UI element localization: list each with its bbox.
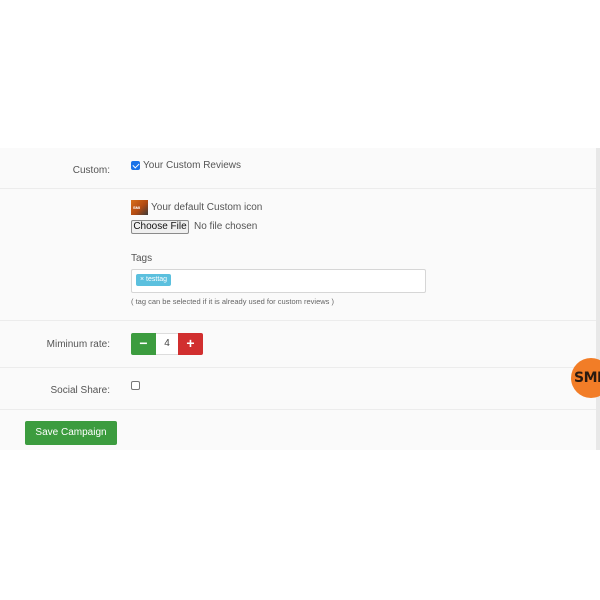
tags-input[interactable]: × testtag bbox=[131, 269, 426, 293]
custom-icon-preview-mark: SMI bbox=[133, 205, 141, 210]
save-campaign-button[interactable]: Save Campaign bbox=[25, 421, 117, 445]
tags-label: Tags bbox=[131, 253, 153, 264]
custom-reviews-checkbox-label: Your Custom Reviews bbox=[143, 160, 242, 171]
custom-icon-label: Your default Custom icon bbox=[151, 202, 263, 213]
social-share-label: Social Share: bbox=[50, 385, 110, 396]
custom-reviews-checkbox[interactable] bbox=[131, 161, 140, 170]
minimum-rate-input[interactable]: 4 bbox=[156, 333, 178, 355]
row-divider bbox=[0, 409, 596, 410]
row-divider bbox=[0, 188, 596, 189]
tag-remove-icon[interactable]: × bbox=[140, 276, 144, 283]
custom-label: Custom: bbox=[72, 165, 110, 176]
decrease-rate-button[interactable]: − bbox=[131, 333, 156, 355]
badge-text: SMI bbox=[574, 370, 600, 386]
choose-file-button[interactable]: Choose File bbox=[131, 220, 189, 234]
row-divider bbox=[0, 320, 596, 321]
tags-hint: ( tag can be selected if it is already u… bbox=[131, 297, 335, 306]
tag-chip-text: testtag bbox=[146, 276, 168, 283]
row-divider bbox=[0, 367, 596, 368]
increase-rate-button[interactable]: + bbox=[178, 333, 203, 355]
minimum-rate-label: Miminum rate: bbox=[46, 339, 110, 350]
tag-chip[interactable]: × testtag bbox=[136, 274, 172, 286]
custom-icon-preview: SMI bbox=[131, 200, 148, 215]
scrollbar-track[interactable] bbox=[596, 148, 600, 450]
file-status-text: No file chosen bbox=[194, 221, 258, 232]
social-share-checkbox[interactable] bbox=[131, 381, 140, 390]
